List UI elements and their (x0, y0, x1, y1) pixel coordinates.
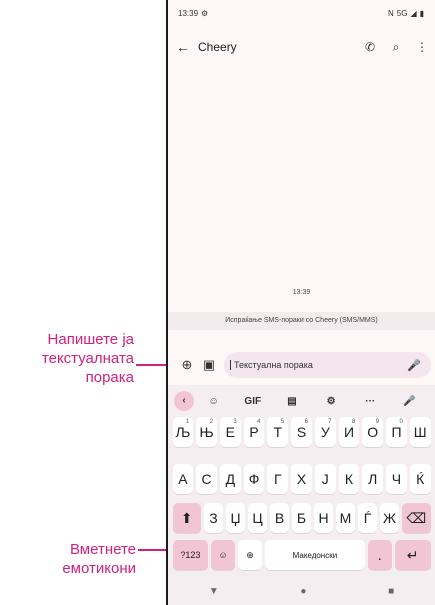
symbols-key[interactable]: ?123 (172, 540, 209, 570)
key[interactable]: Ф (243, 464, 265, 494)
key[interactable]: Р4 (243, 417, 265, 447)
shift-icon[interactable]: ⬆ (172, 503, 201, 533)
key[interactable]: Ѕ6 (291, 417, 312, 447)
settings-status-icon: ⚙ (201, 8, 209, 18)
key[interactable]: Ч (386, 464, 407, 494)
message-composer: ⊕ ▣ Текстуална порака 🎤 (176, 350, 431, 380)
key[interactable]: У7 (314, 417, 336, 447)
key[interactable]: А (172, 464, 194, 494)
key[interactable]: Ж (380, 503, 399, 533)
key[interactable]: Л (362, 464, 384, 494)
clock: 13:39 (178, 8, 199, 18)
type-message-callout: Напишете ја текстуалната порака (41, 331, 134, 386)
key[interactable]: П0 (386, 417, 407, 447)
spacebar[interactable]: Македонски (264, 540, 365, 570)
mic-icon[interactable]: 🎤 (407, 359, 421, 372)
signal-icon: ◢ (410, 8, 417, 18)
add-attachment-icon[interactable]: ⊕ (176, 357, 198, 373)
search-icon[interactable]: ⌕ (383, 40, 409, 55)
nav-home-icon[interactable]: ● (300, 586, 306, 597)
key[interactable]: В (270, 503, 289, 533)
key[interactable]: Г (267, 464, 289, 494)
gallery-icon[interactable]: ▣ (198, 357, 220, 373)
key-row-4: ?123 ☺ ⊕ Македонски . ↵ (171, 540, 432, 570)
key[interactable]: Ќ (409, 464, 431, 494)
sticker-icon[interactable]: ☺ (194, 396, 233, 407)
key[interactable]: С (196, 464, 217, 494)
gif-button[interactable]: GIF (233, 396, 272, 407)
app-bar: ← Cheery ✆ ⌕ ⋮ (168, 30, 435, 64)
overflow-menu-icon[interactable]: ⋮ (409, 40, 435, 54)
key[interactable]: М (336, 503, 355, 533)
globe-icon[interactable]: ⊕ (238, 540, 262, 570)
key[interactable]: З (204, 503, 223, 533)
key[interactable]: Е3 (219, 417, 241, 447)
key[interactable]: Ј (314, 464, 336, 494)
network-label: 5G (396, 8, 408, 18)
key[interactable]: Т5 (267, 417, 289, 447)
call-icon[interactable]: ✆ (357, 40, 383, 54)
battery-icon: ▮ (419, 8, 424, 18)
status-bar: 13:39 ⚙ N 5G ◢ ▮ (178, 6, 427, 20)
message-input[interactable]: Текстуална порака 🎤 (224, 352, 431, 378)
key-row-3: ⬆ З Џ Ц В Б Н М Ѓ Ж ⌫ (171, 503, 432, 533)
phone-screen: 13:39 ⚙ N 5G ◢ ▮ ← Cheery ✆ ⌕ ⋮ 13:39 Ис… (166, 0, 435, 605)
key[interactable]: Њ2 (196, 417, 217, 447)
key[interactable]: К (338, 464, 360, 494)
sending-note: Испраќање SMS-пораки со Cheery (SMS/MMS) (168, 312, 435, 330)
key[interactable]: Х (291, 464, 312, 494)
key-row-2: А С Д Ф Г Х Ј К Л Ч Ќ (171, 464, 432, 494)
key[interactable]: Љ1 (172, 417, 194, 447)
keyboard-settings-icon[interactable]: ⚙ (312, 396, 351, 407)
key[interactable]: Џ (226, 503, 245, 533)
conversation-title: Cheery (198, 40, 237, 54)
clipboard-icon[interactable]: ▤ (272, 396, 311, 407)
key[interactable]: Д (219, 464, 241, 494)
key[interactable]: Б (292, 503, 311, 533)
key[interactable]: Ѓ (358, 503, 377, 533)
message-timestamp: 13:39 (292, 289, 311, 296)
insert-emoji-callout: Вметнете емотикони (62, 541, 136, 577)
key[interactable]: Ш (409, 417, 431, 447)
key[interactable]: О9 (362, 417, 384, 447)
more-icon[interactable]: ··· (351, 396, 390, 407)
back-arrow-icon[interactable]: ← (168, 39, 198, 55)
navigation-bar: ▼ ● ■ (168, 580, 435, 602)
voice-input-icon[interactable]: 🎤 (390, 396, 429, 407)
period-key[interactable]: . (367, 540, 392, 570)
key[interactable]: И8 (338, 417, 360, 447)
key[interactable]: Н (314, 503, 333, 533)
keyboard: ‹ ☺ GIF ▤ ⚙ ··· 🎤 Љ1 Њ2 Е3 Р4 Т5 Ѕ6 У7 И… (168, 385, 435, 605)
nav-recents-icon[interactable]: ■ (388, 586, 394, 597)
key-row-1: Љ1 Њ2 Е3 Р4 Т5 Ѕ6 У7 И8 О9 П0 Ш (171, 417, 432, 447)
nav-back-icon[interactable]: ▼ (209, 586, 219, 597)
emoji-icon[interactable]: ☺ (211, 540, 236, 570)
backspace-icon[interactable]: ⌫ (402, 503, 431, 533)
key[interactable]: Ц (248, 503, 267, 533)
toolbar-back-icon[interactable]: ‹ (174, 391, 194, 411)
enter-icon[interactable]: ↵ (394, 540, 431, 570)
keyboard-toolbar: ‹ ☺ GIF ▤ ⚙ ··· 🎤 (174, 389, 429, 413)
nfc-icon: N (387, 8, 394, 18)
message-placeholder: Текстуална порака (230, 360, 407, 370)
